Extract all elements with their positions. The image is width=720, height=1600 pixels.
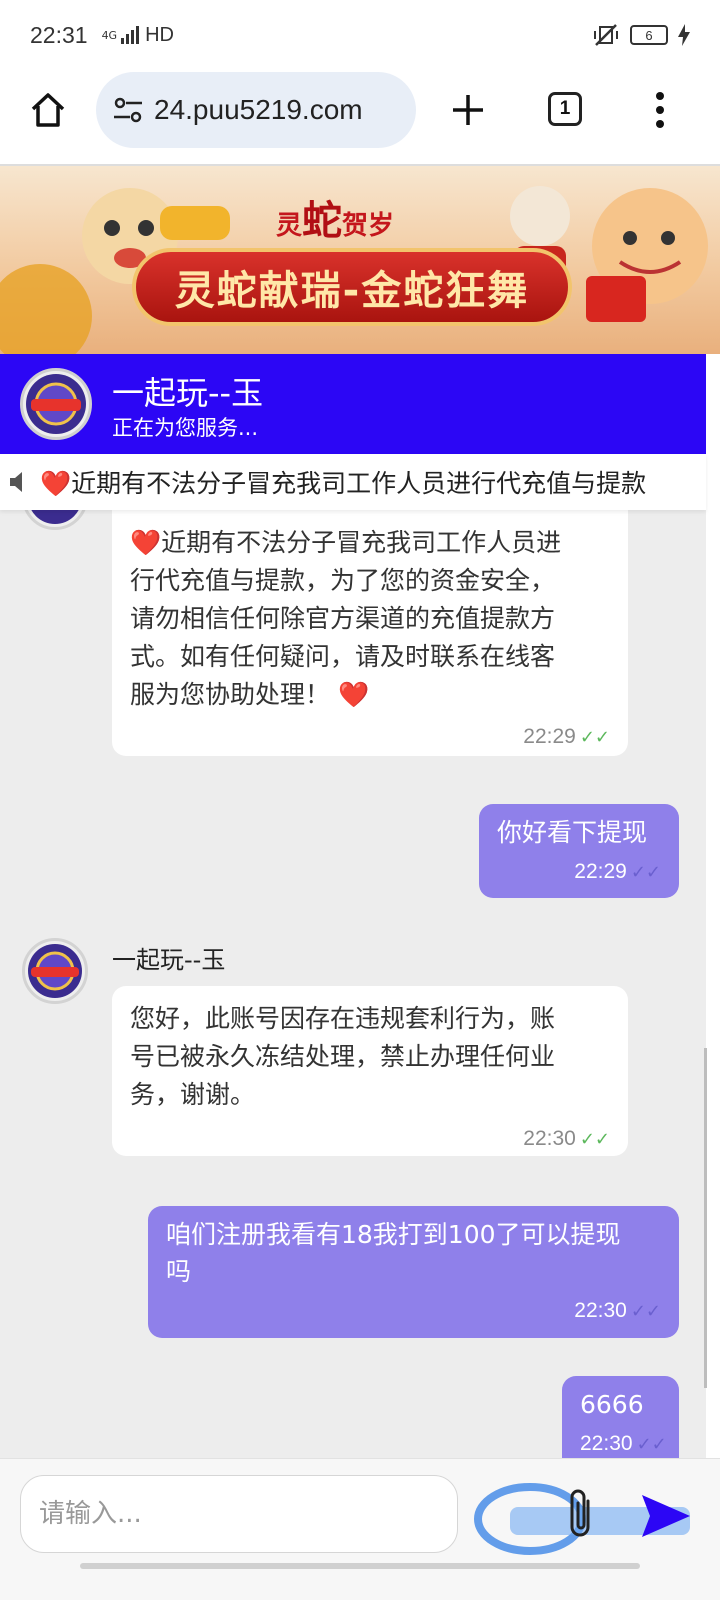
- message-line: 行代充值与提款，为了您的资金安全，: [130, 566, 556, 595]
- agent-avatar: [22, 510, 88, 530]
- more-vert-icon[interactable]: [650, 90, 670, 130]
- message-time: 22:30: [574, 1299, 627, 1322]
- message-time: 22:30: [580, 1432, 633, 1455]
- promo-banner[interactable]: 灵蛇贺岁 灵蛇献瑞-金蛇狂舞: [0, 166, 720, 354]
- agent-avatar: [22, 938, 88, 1004]
- message-input-bar: [0, 1458, 720, 1600]
- message-text: 6666: [580, 1390, 644, 1419]
- message-line: ❤️近期有不法分子冒充我司工作人员进: [130, 528, 562, 557]
- message-line: 咱们注册我看有18我打到100了可以提现: [166, 1220, 621, 1249]
- message-time: 22:30: [523, 1127, 576, 1150]
- message-line: 您好，此账号因存在违规套利行为，账: [130, 1004, 556, 1033]
- hd-indicator: HD: [145, 23, 174, 46]
- double-check-icon: ✓✓: [630, 1301, 661, 1322]
- agent-avatar: [20, 368, 92, 440]
- message-line: 式。如有任何疑问，请及时联系在线客: [130, 642, 556, 671]
- double-check-icon: ✓✓: [579, 727, 610, 748]
- send-icon[interactable]: [640, 1493, 692, 1539]
- signal-icon: [121, 26, 140, 44]
- message-text: 你好看下提现: [497, 818, 648, 847]
- outgoing-message: 你好看下提现 22:29 ✓✓: [479, 804, 679, 898]
- banner-title-plate: 灵蛇献瑞-金蛇狂舞: [132, 248, 572, 326]
- sender-name: 一起玩--玉: [112, 946, 226, 974]
- incoming-message: ❤️近期有不法分子冒充我司工作人员进 行代充值与提款，为了您的资金安全， 请勿相…: [112, 510, 628, 756]
- browser-toolbar: 24.puu5219.com 1: [0, 70, 720, 166]
- url-text[interactable]: 24.puu5219.com: [154, 94, 400, 126]
- banner-top-text: 灵蛇贺岁: [276, 198, 395, 244]
- notice-marquee: ❤️近期有不法分子冒充我司工作人员进行代充值与提款: [0, 454, 706, 510]
- double-check-icon: ✓✓: [636, 1434, 667, 1455]
- status-bar: 22:31 4G HD 6: [0, 0, 720, 70]
- chat-messages[interactable]: ❤️近期有不法分子冒充我司工作人员进 行代充值与提款，为了您的资金安全， 请勿相…: [0, 510, 706, 1458]
- network-type: 4G: [101, 28, 118, 42]
- plus-icon[interactable]: [448, 90, 488, 130]
- chat-header: 一起玩--玉 正在为您服务...: [0, 354, 706, 454]
- speaker-icon: [10, 472, 22, 492]
- agent-name: 一起玩--玉: [112, 374, 264, 412]
- outgoing-message: 6666 22:30 ✓✓: [562, 1376, 679, 1458]
- charging-icon: [678, 24, 690, 46]
- home-icon[interactable]: [28, 90, 68, 130]
- site-settings-icon[interactable]: [112, 95, 144, 125]
- scrollbar-track: [706, 510, 720, 1458]
- double-check-icon: ✓✓: [630, 862, 661, 883]
- message-input-box[interactable]: [20, 1475, 458, 1553]
- message-line: 务，谢谢。: [130, 1080, 256, 1109]
- address-bar[interactable]: 24.puu5219.com: [96, 72, 416, 148]
- notice-text: ❤️近期有不法分子冒充我司工作人员进行代充值与提款: [40, 469, 647, 498]
- tabs-button[interactable]: 1: [548, 92, 582, 126]
- banner-title: 灵蛇献瑞-金蛇狂舞: [174, 268, 530, 314]
- double-check-icon: ✓✓: [579, 1129, 610, 1150]
- incoming-message: 您好，此账号因存在违规套利行为，账 号已被永久冻结处理，禁止办理任何业 务，谢谢…: [112, 986, 628, 1156]
- attach-icon[interactable]: [562, 1487, 600, 1543]
- message-line: 请勿相信任何除官方渠道的充值提款方: [130, 604, 556, 633]
- message-line: 吗: [166, 1257, 192, 1286]
- message-time: 22:29: [523, 725, 576, 748]
- message-line: 号已被永久冻结处理，禁止办理任何业: [130, 1042, 556, 1071]
- battery-indicator: 6: [630, 25, 668, 45]
- status-time: 22:31: [30, 21, 88, 48]
- message-time: 22:29: [574, 860, 627, 883]
- nav-gesture-bar: [80, 1563, 640, 1569]
- message-input[interactable]: [39, 1499, 457, 1529]
- agent-status: 正在为您服务...: [112, 416, 259, 440]
- outgoing-message: 咱们注册我看有18我打到100了可以提现 吗 22:30 ✓✓: [148, 1206, 679, 1338]
- vibrate-mute-icon: [594, 24, 618, 46]
- scrollbar-thumb[interactable]: [704, 1048, 707, 1388]
- message-line: 服为您协助处理！ ❤️: [130, 680, 370, 709]
